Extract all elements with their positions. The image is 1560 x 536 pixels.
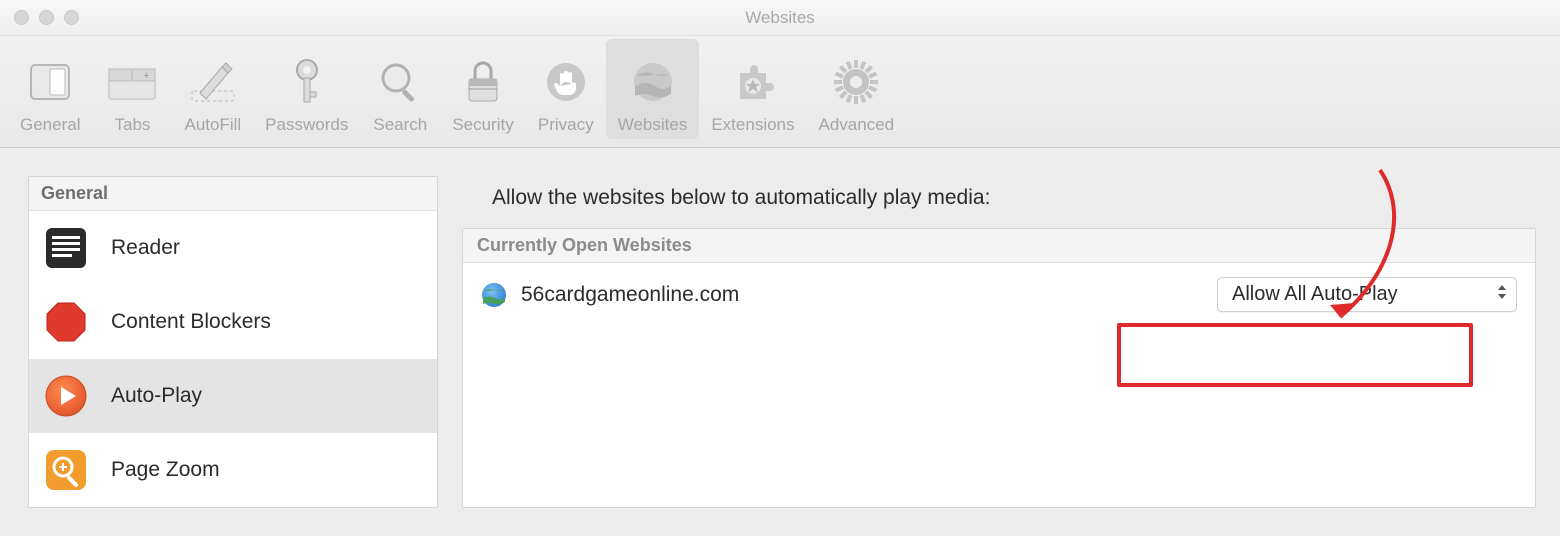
window-controls xyxy=(14,10,79,25)
tab-label: Security xyxy=(452,115,513,135)
tab-advanced[interactable]: Advanced xyxy=(807,39,907,139)
site-name: 56cardgameonline.com xyxy=(521,283,1203,307)
stop-sign-icon xyxy=(43,299,89,345)
main-panel: Allow the websites below to automaticall… xyxy=(462,176,1536,508)
main-heading: Allow the websites below to automaticall… xyxy=(462,176,1536,228)
key-icon xyxy=(287,55,327,109)
zoom-icon xyxy=(43,447,89,493)
tab-tabs[interactable]: + Tabs xyxy=(92,39,172,139)
window-title: Websites xyxy=(745,8,815,28)
tab-label: Websites xyxy=(618,115,688,135)
autoplay-setting-dropdown[interactable]: Allow All Auto-Play xyxy=(1217,277,1517,312)
tab-extensions[interactable]: Extensions xyxy=(699,39,806,139)
sidebar-section-header: General xyxy=(29,177,437,211)
tab-search[interactable]: Search xyxy=(360,39,440,139)
puzzle-icon xyxy=(730,55,776,109)
fullscreen-window-button[interactable] xyxy=(64,10,79,25)
sidebar: General Reader Content Blockers xyxy=(28,176,438,508)
sidebar-item-label: Page Zoom xyxy=(111,458,220,482)
reader-icon xyxy=(43,225,89,271)
preferences-toolbar: General + Tabs AutoFill xyxy=(0,36,1560,148)
tab-label: AutoFill xyxy=(184,115,241,135)
panel-header: Currently Open Websites xyxy=(463,229,1535,263)
hand-icon xyxy=(544,55,588,109)
site-row[interactable]: 56cardgameonline.com Allow All Auto-Play xyxy=(463,263,1535,326)
sidebar-item-label: Auto-Play xyxy=(111,384,202,408)
search-icon xyxy=(377,55,423,109)
tab-label: Tabs xyxy=(115,115,151,135)
tab-label: Extensions xyxy=(711,115,794,135)
site-globe-icon xyxy=(481,282,507,308)
svg-text:+: + xyxy=(143,70,149,82)
gear-icon xyxy=(832,55,880,109)
tab-autofill[interactable]: AutoFill xyxy=(172,39,253,139)
close-window-button[interactable] xyxy=(14,10,29,25)
sidebar-item-auto-play[interactable]: Auto-Play xyxy=(29,359,437,433)
sidebar-item-reader[interactable]: Reader xyxy=(29,211,437,285)
tab-security[interactable]: Security xyxy=(440,39,525,139)
autofill-icon xyxy=(186,55,240,109)
tab-label: General xyxy=(20,115,80,135)
tab-label: Advanced xyxy=(819,115,895,135)
tab-label: Privacy xyxy=(538,115,594,135)
tab-general[interactable]: General xyxy=(8,39,92,139)
sidebar-item-label: Reader xyxy=(111,236,180,260)
tab-websites[interactable]: Websites xyxy=(606,39,700,139)
play-icon xyxy=(43,373,89,419)
minimize-window-button[interactable] xyxy=(39,10,54,25)
tab-label: Search xyxy=(373,115,427,135)
sidebar-item-page-zoom[interactable]: Page Zoom xyxy=(29,433,437,507)
switch-icon xyxy=(25,55,75,109)
tab-passwords[interactable]: Passwords xyxy=(253,39,360,139)
tab-privacy[interactable]: Privacy xyxy=(526,39,606,139)
title-bar: Websites xyxy=(0,0,1560,36)
globe-icon xyxy=(631,55,675,109)
updown-icon xyxy=(1496,283,1508,307)
lock-icon xyxy=(461,55,505,109)
websites-panel: Currently Open Websites xyxy=(462,228,1536,508)
tab-label: Passwords xyxy=(265,115,348,135)
dropdown-value: Allow All Auto-Play xyxy=(1232,283,1398,305)
content-area: General Reader Content Blockers xyxy=(0,148,1560,508)
sidebar-item-label: Content Blockers xyxy=(111,310,271,334)
sidebar-item-content-blockers[interactable]: Content Blockers xyxy=(29,285,437,359)
tabs-icon: + xyxy=(105,55,159,109)
